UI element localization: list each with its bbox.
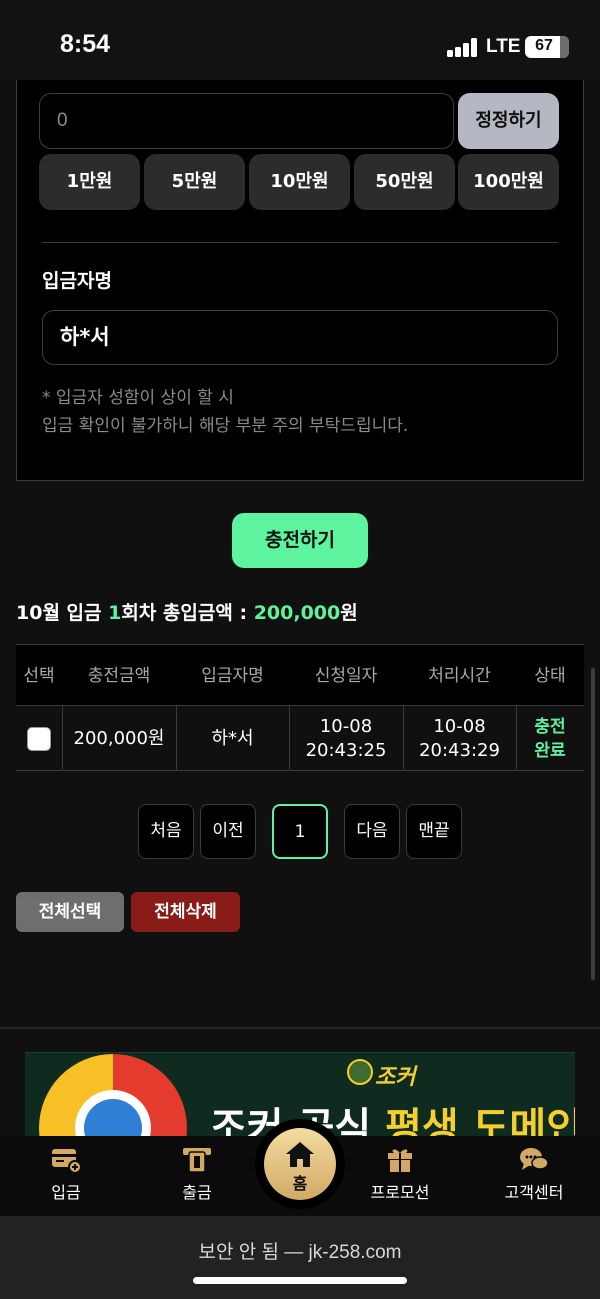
- gift-icon: [388, 1149, 412, 1172]
- next-page-button[interactable]: 다음: [344, 804, 400, 859]
- amount-cell: 200,000원: [73, 727, 165, 749]
- depositor-name-input[interactable]: 하*서: [42, 310, 558, 365]
- process-time: 20:43:29: [419, 739, 500, 761]
- quick-amount-button-500k[interactable]: 50만원: [354, 154, 455, 210]
- summary-middle: 회차 총입금액 :: [121, 602, 254, 624]
- network-type: LTE: [486, 36, 521, 57]
- quick-amount-button-100k[interactable]: 10만원: [249, 154, 350, 210]
- column-header-process-time: 처리시간: [428, 666, 491, 686]
- tab-deposit-label: 입금: [51, 1183, 81, 1202]
- request-date: 10-08: [319, 715, 373, 737]
- column-header-amount: 충전금액: [87, 666, 151, 686]
- home-icon: [286, 1142, 314, 1167]
- quick-amount-button-10k[interactable]: 1만원: [39, 154, 140, 210]
- column-header-select: 선택: [23, 666, 55, 686]
- last-page-button[interactable]: 맨끝: [406, 804, 462, 859]
- process-time-cell: 10-08 20:43:29: [403, 706, 516, 771]
- home-indicator[interactable]: [193, 1277, 407, 1284]
- status-line-1: 충전: [534, 716, 566, 737]
- status-cell: 충전 완료: [516, 706, 584, 771]
- status-bar: 8:54 LTE 67: [0, 0, 600, 80]
- summary-prefix: 10월 입금: [16, 602, 109, 624]
- summary-total: 200,000: [253, 602, 341, 624]
- table-row: 200,000원 하*서 10-08 20:43:25 10-08 20:43:…: [16, 706, 584, 771]
- row-checkbox[interactable]: [27, 726, 51, 751]
- summary-unit: 원: [340, 602, 358, 624]
- banner-logo: 조커: [375, 1065, 416, 1090]
- chat-bubbles-icon: [520, 1148, 549, 1170]
- delete-all-button[interactable]: 전체삭제: [131, 892, 240, 932]
- status-time: 8:54: [60, 30, 111, 58]
- request-date-cell: 10-08 20:43:25: [289, 706, 403, 771]
- table-header: 선택 충전금액 입금자명 신청일자 처리시간 상태: [16, 644, 584, 706]
- summary-count: 1: [108, 602, 122, 624]
- process-date: 10-08: [433, 715, 486, 737]
- tab-promotion[interactable]: 프로모션: [350, 1146, 450, 1203]
- deposit-card-icon: [52, 1149, 82, 1174]
- tab-withdraw-label: 출금: [182, 1183, 212, 1202]
- notice-line-2: 입금 확인이 불가하니 해당 부분 주의 부탁드립니다.: [42, 416, 409, 436]
- column-header-depositor: 입금자명: [201, 666, 264, 686]
- withdraw-icon: [183, 1148, 211, 1173]
- column-header-status: 상태: [534, 666, 566, 686]
- page-scrollbar[interactable]: [591, 668, 595, 980]
- tab-deposit[interactable]: 입금: [16, 1146, 116, 1203]
- quick-amount-button-1m[interactable]: 100만원: [458, 154, 559, 210]
- column-header-request-date: 신청일자: [314, 666, 378, 686]
- notice-line-1: * 입금자 성함이 상이 할 시: [42, 388, 234, 408]
- depositor-label: 입금자명: [42, 270, 112, 292]
- row-select-cell: [16, 706, 62, 771]
- tab-promotion-label: 프로모션: [370, 1183, 430, 1202]
- status-line-2: 완료: [534, 740, 566, 761]
- battery-level: 67: [535, 37, 553, 54]
- amount-input[interactable]: 0: [39, 93, 454, 149]
- select-all-button[interactable]: 전체선택: [16, 892, 124, 932]
- first-page-button[interactable]: 처음: [138, 804, 194, 859]
- tab-home-label: 홈: [292, 1174, 308, 1193]
- browser-address-bar[interactable]: 보안 안 됨 — jk-258.com: [0, 1216, 600, 1299]
- cellular-signal-icon: [447, 38, 479, 57]
- deposit-summary: 10월 입금 1회차 총입금액 : 200,000원: [16, 598, 358, 625]
- chrome-logo-icon: [39, 1054, 187, 1147]
- charge-button[interactable]: 충전하기: [232, 513, 368, 568]
- quick-amount-button-50k[interactable]: 5만원: [144, 154, 245, 210]
- current-page-button[interactable]: 1: [272, 804, 328, 859]
- battery-icon: 67: [525, 36, 569, 58]
- form-divider: [42, 242, 558, 243]
- reset-amount-button[interactable]: 정정하기: [458, 93, 559, 149]
- joker-mascot-icon: [347, 1059, 373, 1085]
- tab-customer-center-label: 고객센터: [504, 1183, 564, 1202]
- footer-divider: [0, 1027, 600, 1029]
- depositor-cell: 하*서: [211, 727, 254, 749]
- prev-page-button[interactable]: 이전: [200, 804, 256, 859]
- tab-home[interactable]: 홈: [264, 1128, 336, 1200]
- tab-customer-center[interactable]: 고객센터: [484, 1146, 584, 1203]
- tab-withdraw[interactable]: 출금: [147, 1146, 247, 1203]
- url-text: 보안 안 됨 — jk-258.com: [198, 1242, 402, 1263]
- request-time: 20:43:25: [305, 739, 387, 761]
